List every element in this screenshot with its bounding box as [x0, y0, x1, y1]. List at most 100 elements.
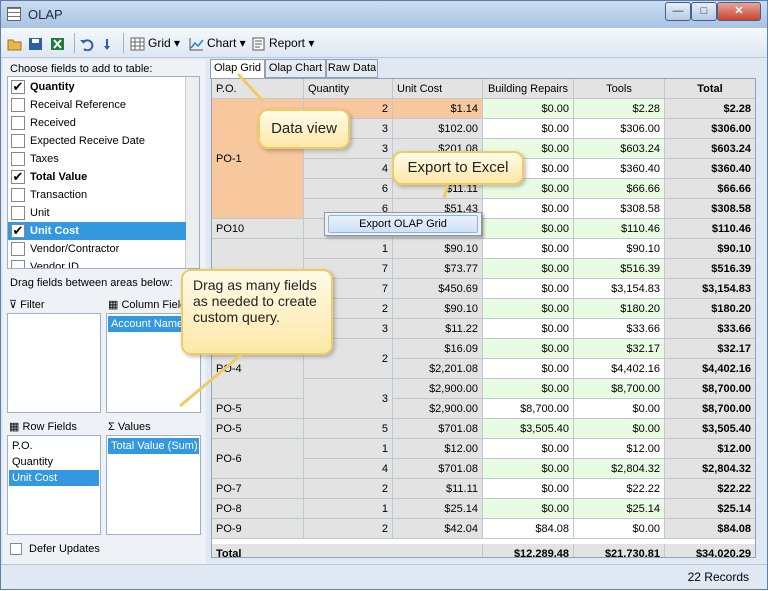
- field-list-scrollbar[interactable]: [185, 77, 199, 268]
- column-fields-icon: ▦: [108, 299, 122, 311]
- value-cell: $360.40: [574, 159, 665, 179]
- field-checkbox[interactable]: ✔: [11, 80, 25, 94]
- defer-updates-checkbox[interactable]: [10, 543, 22, 555]
- quantity-cell: 1: [304, 239, 393, 259]
- value-cell: $33.66: [665, 319, 755, 339]
- field-label: Transaction: [30, 189, 88, 201]
- quantity-cell: 6: [304, 179, 393, 199]
- drag-fields-callout: Drag as many fields as needed to create …: [181, 269, 333, 355]
- value-cell: $110.46: [574, 219, 665, 239]
- field-item[interactable]: Received: [8, 114, 186, 132]
- data-view-callout: Data view: [258, 109, 350, 149]
- field-list[interactable]: ✔ Quantity Receival Reference Received Expec…: [7, 76, 200, 269]
- field-item[interactable]: Vendor ID: [8, 258, 186, 268]
- values-area[interactable]: Total Value (Sum): [106, 435, 201, 535]
- column-header: Quantity: [304, 79, 393, 99]
- quantity-cell: 4: [304, 159, 393, 179]
- value-cell: $4,402.16: [574, 359, 665, 379]
- row-field-item[interactable]: P.O.: [9, 438, 99, 454]
- value-cell: $73.77: [393, 259, 483, 279]
- grid-label: Grid: [148, 36, 171, 50]
- value-cell: $90.10: [574, 239, 665, 259]
- field-checkbox[interactable]: [11, 260, 25, 268]
- chart-menu-button[interactable]: Chart ▾: [189, 34, 246, 52]
- tab-raw-data[interactable]: Raw Data: [326, 59, 378, 78]
- field-checkbox[interactable]: [11, 242, 25, 256]
- field-checkbox[interactable]: [11, 152, 25, 166]
- row-field-item[interactable]: Unit Cost: [9, 470, 99, 486]
- value-cell: $3,505.40: [665, 419, 755, 439]
- undo-icon[interactable]: [79, 34, 97, 52]
- field-item[interactable]: Taxes: [8, 150, 186, 168]
- field-checkbox[interactable]: ✔: [11, 224, 25, 238]
- value-cell: $3,154.83: [574, 279, 665, 299]
- report-menu-button[interactable]: Report ▾: [251, 34, 314, 52]
- field-checkbox[interactable]: [11, 98, 25, 112]
- field-item[interactable]: Receival Reference: [8, 96, 186, 114]
- field-checkbox[interactable]: ✔: [11, 170, 25, 184]
- field-item[interactable]: Vendor/Contractor: [8, 240, 186, 258]
- close-button[interactable]: ✕: [717, 2, 761, 21]
- po-cell: PO-9: [212, 519, 304, 539]
- filter-area[interactable]: [7, 313, 101, 413]
- field-checkbox[interactable]: [11, 188, 25, 202]
- quantity-cell: 2: [304, 519, 393, 539]
- value-cell: $12.00: [393, 439, 483, 459]
- value-cell: $25.14: [393, 499, 483, 519]
- field-item[interactable]: Expected Receive Date: [8, 132, 186, 150]
- excel-icon[interactable]: [50, 34, 68, 52]
- value-cell: $2,900.00: [393, 379, 483, 399]
- value-cell: $0.00: [483, 319, 574, 339]
- open-folder-icon[interactable]: [7, 34, 25, 52]
- row-field-item[interactable]: Quantity: [9, 454, 99, 470]
- value-cell: $180.20: [665, 299, 755, 319]
- po-cell: PO10: [212, 219, 304, 239]
- maximize-button[interactable]: □: [691, 2, 717, 21]
- field-checkbox[interactable]: [11, 116, 25, 130]
- value-cell: $0.00: [574, 419, 665, 439]
- po-cell: PO-7: [212, 479, 304, 499]
- field-item[interactable]: ✔ Quantity: [8, 78, 186, 96]
- field-item[interactable]: Transaction: [8, 186, 186, 204]
- field-item[interactable]: Unit: [8, 204, 186, 222]
- value-cell: $0.00: [483, 99, 574, 119]
- value-cell: $8,700.00: [483, 399, 574, 419]
- field-label: Total Value: [30, 171, 88, 183]
- value-cell: $3,505.40: [483, 419, 574, 439]
- field-label: Unit Cost: [30, 225, 79, 237]
- field-item[interactable]: ✔ Unit Cost: [8, 222, 186, 240]
- value-field-item[interactable]: Total Value (Sum): [108, 438, 199, 454]
- save-icon[interactable]: [28, 34, 46, 52]
- quantity-cell: 2: [304, 479, 393, 499]
- value-cell: $516.39: [665, 259, 755, 279]
- value-cell: $0.00: [483, 379, 574, 399]
- value-cell: $0.00: [483, 359, 574, 379]
- row-fields-area[interactable]: P.O. Quantity Unit Cost: [7, 435, 101, 535]
- refresh-icon[interactable]: [100, 34, 118, 52]
- field-label: Quantity: [30, 81, 75, 93]
- field-checkbox[interactable]: [11, 206, 25, 220]
- tab-olap-grid[interactable]: Olap Grid: [210, 59, 265, 79]
- value-cell: $0.00: [483, 239, 574, 259]
- value-cell: $516.39: [574, 259, 665, 279]
- value-cell: $0.00: [483, 279, 574, 299]
- value-cell: $1.14: [393, 99, 483, 119]
- po-cell: PO-5: [212, 419, 304, 439]
- field-item[interactable]: ✔ Total Value: [8, 168, 186, 186]
- value-cell: $360.40: [665, 159, 755, 179]
- field-checkbox[interactable]: [11, 134, 25, 148]
- tab-olap-chart[interactable]: Olap Chart: [265, 59, 326, 78]
- defer-updates-label: Defer Updates: [29, 543, 100, 555]
- title-bar: OLAP — □ ✕: [1, 1, 767, 28]
- total-cell: $12,289.48: [483, 544, 574, 557]
- status-bar: 22 Records: [1, 564, 767, 589]
- grid-menu-button[interactable]: Grid ▾: [130, 34, 180, 52]
- value-cell: $0.00: [483, 199, 574, 219]
- window-title: OLAP: [28, 7, 63, 22]
- report-label: Report: [269, 36, 306, 50]
- export-olap-grid-item[interactable]: Export OLAP Grid: [328, 215, 478, 233]
- choose-fields-label: Choose fields to add to table:: [10, 63, 153, 75]
- filter-header: ⊽ Filter: [9, 299, 45, 311]
- export-excel-callout: Export to Excel: [392, 151, 524, 185]
- minimize-button[interactable]: —: [665, 2, 691, 21]
